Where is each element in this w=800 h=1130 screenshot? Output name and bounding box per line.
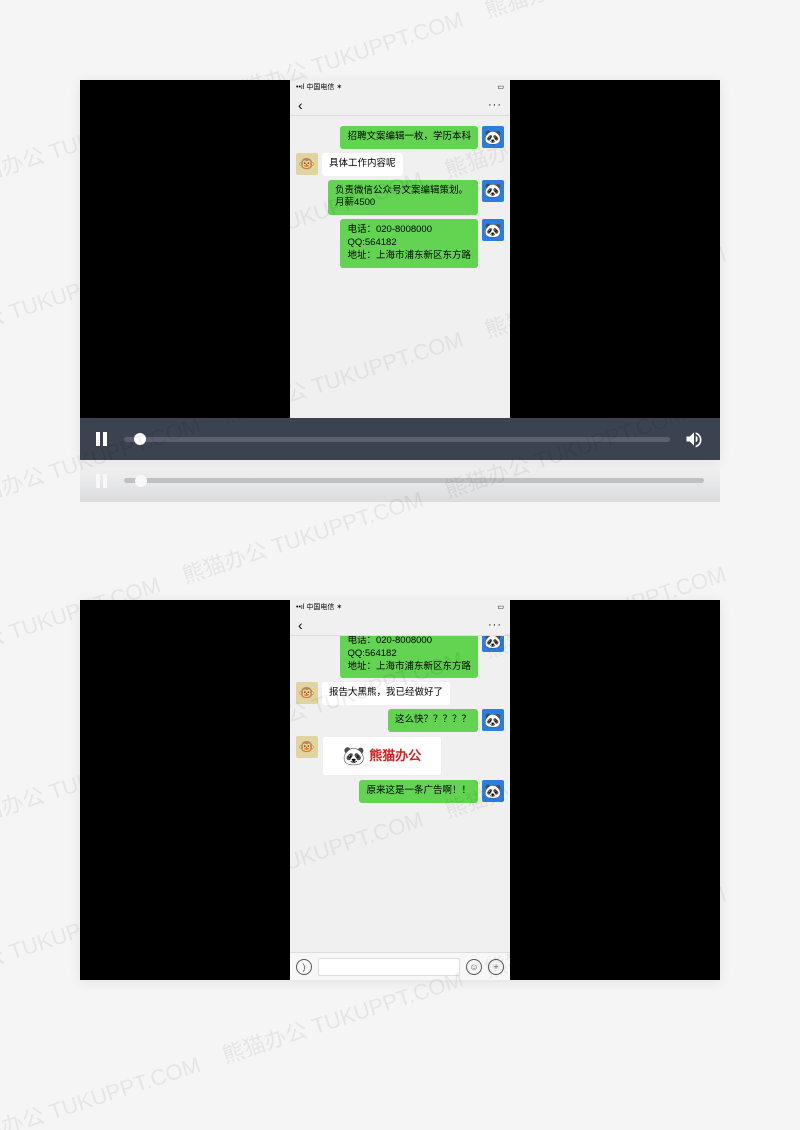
progress-bar[interactable] <box>124 437 670 442</box>
message-bubble[interactable]: 电话：020-8008000 QQ:564182 地址：上海市浦东新区东方路 <box>340 219 478 267</box>
message-bubble[interactable]: 原来这是一条广告啊！！ <box>359 780 478 803</box>
phone-statusbar: ••ıl 中国电信 ✶ ▭ <box>290 600 510 614</box>
avatar-panda[interactable] <box>482 126 504 148</box>
carrier-text: 中国电信 <box>306 84 334 91</box>
progress-thumb[interactable] <box>134 433 146 445</box>
phone-mockup-2: ••ıl 中国电信 ✶ ▭ ‹ ··· 电话：020-8008000 QQ:56… <box>290 600 510 980</box>
message-bubble[interactable]: 具体工作内容呢 <box>322 153 403 176</box>
chat-area-1: 招聘文案编辑一枚，学历本科具体工作内容呢负责微信公众号文案编辑策划。月薪4500… <box>290 116 510 432</box>
message-bubble[interactable]: 电话：020-8008000 QQ:564182 地址：上海市浦东新区东方路 <box>340 636 478 678</box>
message-row: 电话：020-8008000 QQ:564182 地址：上海市浦东新区东方路 <box>296 219 504 267</box>
message-bubble[interactable]: 负责微信公众号文案编辑策划。月薪4500 <box>328 180 478 216</box>
chat-inputbar: ) ☺ + <box>290 952 510 980</box>
video-controls <box>80 418 720 460</box>
avatar-panda[interactable] <box>482 219 504 241</box>
chat-topbar: ‹ ··· <box>290 614 510 636</box>
signal-icon: ••ıl <box>296 604 304 611</box>
statusbar-left: ••ıl 中国电信 ✶ <box>296 602 342 612</box>
wifi-icon: ✶ <box>336 84 342 91</box>
battery-icon: ▭ <box>497 603 504 611</box>
message-bubble[interactable]: 招聘文案编辑一枚，学历本科 <box>340 126 478 149</box>
preview-card-1: ••ıl 中国电信 ✶ ▭ ‹ ··· 招聘文案编辑一枚，学历本科具体工作内容呢… <box>80 80 720 460</box>
voice-icon[interactable]: ) <box>296 959 312 975</box>
avatar-panda[interactable] <box>482 780 504 802</box>
more-icon[interactable]: ··· <box>488 99 502 111</box>
chat-topbar: ‹ ··· <box>290 94 510 116</box>
carrier-text: 中国电信 <box>306 604 334 611</box>
preview-card-2: ••ıl 中国电信 ✶ ▭ ‹ ··· 电话：020-8008000 QQ:56… <box>80 600 720 980</box>
message-bubble[interactable]: 报告大黑熊，我已经做好了 <box>322 682 450 705</box>
volume-button[interactable] <box>684 429 704 449</box>
video-frame-2: ••ıl 中国电信 ✶ ▭ ‹ ··· 电话：020-8008000 QQ:56… <box>80 600 720 980</box>
controls-reflection <box>80 460 720 502</box>
pause-button[interactable] <box>96 432 110 446</box>
brand-text: 熊猫办公 <box>369 747 421 765</box>
wifi-icon: ✶ <box>336 604 342 611</box>
emoji-icon[interactable]: ☺ <box>466 959 482 975</box>
brand-panda-icon: 🐼 <box>343 744 365 768</box>
chat-area-2: 电话：020-8008000 QQ:564182 地址：上海市浦东新区东方路报告… <box>290 636 510 952</box>
message-row: 原来这是一条广告啊！！ <box>296 780 504 803</box>
message-input[interactable] <box>318 958 460 976</box>
message-row: 报告大黑熊，我已经做好了 <box>296 682 504 705</box>
message-row: 招聘文案编辑一枚，学历本科 <box>296 126 504 149</box>
message-row: 这么快？？？？？ <box>296 709 504 732</box>
message-bubble[interactable]: 这么快？？？？？ <box>388 709 478 732</box>
message-row: 电话：020-8008000 QQ:564182 地址：上海市浦东新区东方路 <box>296 636 504 678</box>
message-image-brand[interactable]: 🐼熊猫办公 <box>322 736 442 776</box>
video-frame-1: ••ıl 中国电信 ✶ ▭ ‹ ··· 招聘文案编辑一枚，学历本科具体工作内容呢… <box>80 80 720 460</box>
avatar-panda[interactable] <box>482 636 504 652</box>
battery-icon: ▭ <box>497 83 504 91</box>
back-icon[interactable]: ‹ <box>298 97 303 113</box>
signal-icon: ••ıl <box>296 84 304 91</box>
avatar-other[interactable] <box>296 736 318 758</box>
phone-statusbar: ••ıl 中国电信 ✶ ▭ <box>290 80 510 94</box>
plus-icon[interactable]: + <box>488 959 504 975</box>
message-row: 负责微信公众号文案编辑策划。月薪4500 <box>296 180 504 216</box>
back-icon[interactable]: ‹ <box>298 617 303 633</box>
avatar-other[interactable] <box>296 682 318 704</box>
more-icon[interactable]: ··· <box>488 619 502 631</box>
message-row: 🐼熊猫办公 <box>296 736 504 776</box>
avatar-panda[interactable] <box>482 180 504 202</box>
message-row: 具体工作内容呢 <box>296 153 504 176</box>
phone-mockup-1: ••ıl 中国电信 ✶ ▭ ‹ ··· 招聘文案编辑一枚，学历本科具体工作内容呢… <box>290 80 510 460</box>
statusbar-left: ••ıl 中国电信 ✶ <box>296 82 342 92</box>
avatar-other[interactable] <box>296 153 318 175</box>
avatar-panda[interactable] <box>482 709 504 731</box>
